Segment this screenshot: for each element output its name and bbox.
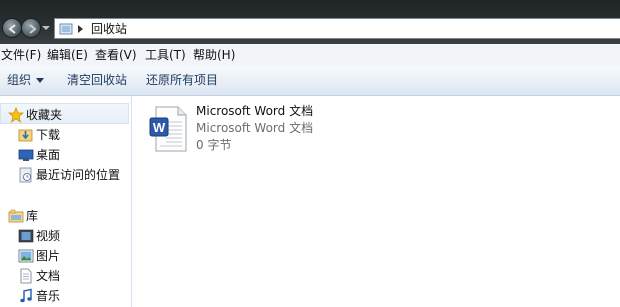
menu-help[interactable]: 帮助(H) bbox=[193, 48, 235, 62]
nav-item-downloads[interactable]: 下载 bbox=[18, 126, 128, 144]
window-title-band: 回收站 bbox=[0, 0, 620, 44]
arrow-right-icon bbox=[29, 24, 37, 34]
address-bar[interactable]: 回收站 bbox=[54, 18, 620, 39]
organize-button[interactable]: 组织 bbox=[7, 73, 45, 87]
menu-view[interactable]: 查看(V) bbox=[95, 48, 137, 62]
libraries-label: 库 bbox=[26, 209, 39, 223]
favorites-label: 收藏夹 bbox=[26, 108, 63, 122]
recent-pages-dropdown-icon[interactable] bbox=[42, 25, 50, 31]
nav-item-pictures[interactable]: 图片 bbox=[18, 247, 128, 265]
recent-places-icon bbox=[19, 167, 32, 183]
organize-label: 组织 bbox=[7, 73, 32, 87]
nav-item-recent-places[interactable]: 最近访问的位置 bbox=[18, 166, 130, 184]
word-document-icon: W bbox=[149, 106, 187, 152]
forward-button[interactable] bbox=[21, 18, 41, 38]
nav-item-label: 音乐 bbox=[36, 289, 61, 303]
nav-item-label: 视频 bbox=[36, 229, 61, 243]
menu-edit[interactable]: 编辑(E) bbox=[47, 48, 88, 62]
video-icon bbox=[18, 229, 34, 243]
restore-all-button[interactable]: 还原所有项目 bbox=[146, 73, 218, 87]
breadcrumb-chevron-icon[interactable] bbox=[77, 24, 85, 34]
svg-text:W: W bbox=[153, 120, 166, 135]
nav-item-label: 桌面 bbox=[36, 148, 61, 162]
library-icon bbox=[8, 209, 24, 223]
nav-item-desktop[interactable]: 桌面 bbox=[18, 146, 128, 164]
empty-recycle-bin-button[interactable]: 清空回收站 bbox=[67, 73, 127, 87]
nav-item-label: 最近访问的位置 bbox=[36, 168, 121, 182]
command-bar: 组织 清空回收站 还原所有项目 bbox=[0, 66, 620, 96]
file-item[interactable]: W Microsoft Word 文档 Microsoft Word 文档 0 … bbox=[148, 102, 328, 156]
documents-icon bbox=[20, 268, 32, 284]
desktop-icon bbox=[18, 149, 34, 161]
nav-item-documents[interactable]: 文档 bbox=[18, 267, 128, 285]
recycle-bin-icon bbox=[59, 23, 73, 35]
file-size: 0 字节 bbox=[196, 138, 232, 152]
file-list: W Microsoft Word 文档 Microsoft Word 文档 0 … bbox=[132, 96, 620, 307]
chevron-down-icon bbox=[36, 78, 45, 83]
arrow-left-icon bbox=[8, 24, 16, 34]
nav-libraries[interactable]: 库 bbox=[8, 207, 128, 225]
file-name: Microsoft Word 文档 bbox=[196, 104, 314, 118]
nav-item-label: 图片 bbox=[36, 249, 61, 263]
download-folder-icon bbox=[18, 129, 33, 142]
navigation-pane: 收藏夹 下载 桌面 最近访问的位置 库 视频 图片 文档 音乐 bbox=[0, 96, 132, 307]
nav-item-videos[interactable]: 视频 bbox=[18, 227, 128, 245]
breadcrumb-recycle-bin[interactable]: 回收站 bbox=[91, 21, 127, 37]
back-button[interactable] bbox=[2, 18, 22, 38]
menu-bar: 文件(F) 编辑(E) 查看(V) 工具(T) 帮助(H) bbox=[0, 44, 620, 67]
menu-file[interactable]: 文件(F) bbox=[1, 48, 41, 62]
menu-tools[interactable]: 工具(T) bbox=[145, 48, 186, 62]
nav-item-label: 下载 bbox=[36, 128, 61, 142]
pictures-icon bbox=[18, 249, 34, 263]
nav-item-music[interactable]: 音乐 bbox=[18, 287, 128, 305]
nav-favorites[interactable]: 收藏夹 bbox=[8, 106, 128, 124]
nav-item-label: 文档 bbox=[36, 269, 61, 283]
star-icon bbox=[8, 107, 24, 123]
music-icon bbox=[20, 288, 32, 303]
file-type: Microsoft Word 文档 bbox=[196, 121, 314, 135]
